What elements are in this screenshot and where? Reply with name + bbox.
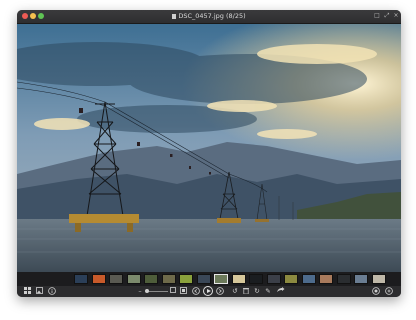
filmstrip-thumbnail[interactable]: [249, 274, 263, 284]
zoom-slider[interactable]: [148, 291, 168, 292]
zoom-out-icon[interactable]: –: [137, 287, 143, 296]
next-icon[interactable]: [215, 287, 225, 296]
adjust-icon[interactable]: [371, 287, 380, 296]
rotate-left-icon[interactable]: ↺: [231, 287, 239, 296]
prev-icon[interactable]: [191, 287, 201, 296]
fullscreen-toggle-icon[interactable]: ⤢: [383, 12, 391, 20]
photo-small-icon[interactable]: [169, 287, 177, 296]
bottom-toolbar: – ↺ ↻ ✎: [17, 286, 401, 297]
close-x-icon[interactable]: ×: [392, 12, 400, 20]
filmstrip-thumbnail[interactable]: [371, 274, 386, 284]
filmstrip-thumbnail[interactable]: [266, 274, 281, 284]
filmstrip-thumbnail[interactable]: [214, 274, 228, 284]
filmstrip-thumbnail[interactable]: [74, 274, 88, 284]
window-title: DSC_0457.jpg (8/25): [17, 11, 401, 22]
filmstrip-thumbnail[interactable]: [336, 274, 351, 284]
title-bar[interactable]: DSC_0457.jpg (8/25) □ ⤢ ×: [17, 10, 401, 24]
viewer-window: DSC_0457.jpg (8/25) □ ⤢ × – ↺ ↻ ✎: [17, 10, 401, 297]
trash-icon[interactable]: [242, 287, 250, 296]
filmstrip-thumbnail[interactable]: [301, 274, 316, 284]
play-slideshow-button[interactable]: [203, 286, 213, 296]
filmstrip-thumbnail[interactable]: [196, 274, 211, 284]
filmstrip-thumbnail[interactable]: [91, 274, 106, 284]
restore-icon[interactable]: □: [373, 12, 381, 20]
file-icon: [172, 13, 177, 19]
photo-large-icon[interactable]: [179, 287, 187, 296]
zoom-slider-knob[interactable]: [145, 289, 149, 293]
filmstrip-thumbnail[interactable]: [354, 274, 368, 284]
edit-icon[interactable]: ✎: [264, 287, 272, 296]
filmstrip-thumbnail[interactable]: [126, 274, 141, 284]
filmstrip-thumbnail[interactable]: [179, 274, 193, 284]
rotate-right-icon[interactable]: ↻: [253, 287, 261, 296]
info-icon[interactable]: [47, 287, 56, 296]
main-photo: [17, 24, 401, 272]
filmstrip-thumbnail[interactable]: [144, 274, 158, 284]
fullscreen-icon[interactable]: [384, 287, 393, 296]
filmstrip[interactable]: [17, 272, 401, 286]
filmstrip-thumbnail[interactable]: [319, 274, 333, 284]
grid-icon[interactable]: [23, 287, 32, 296]
image-icon[interactable]: [35, 287, 44, 296]
filmstrip-thumbnail[interactable]: [284, 274, 298, 284]
filmstrip-thumbnail[interactable]: [161, 274, 176, 284]
share-icon[interactable]: [275, 287, 285, 296]
filmstrip-thumbnail[interactable]: [231, 274, 246, 284]
filmstrip-thumbnail[interactable]: [109, 274, 123, 284]
